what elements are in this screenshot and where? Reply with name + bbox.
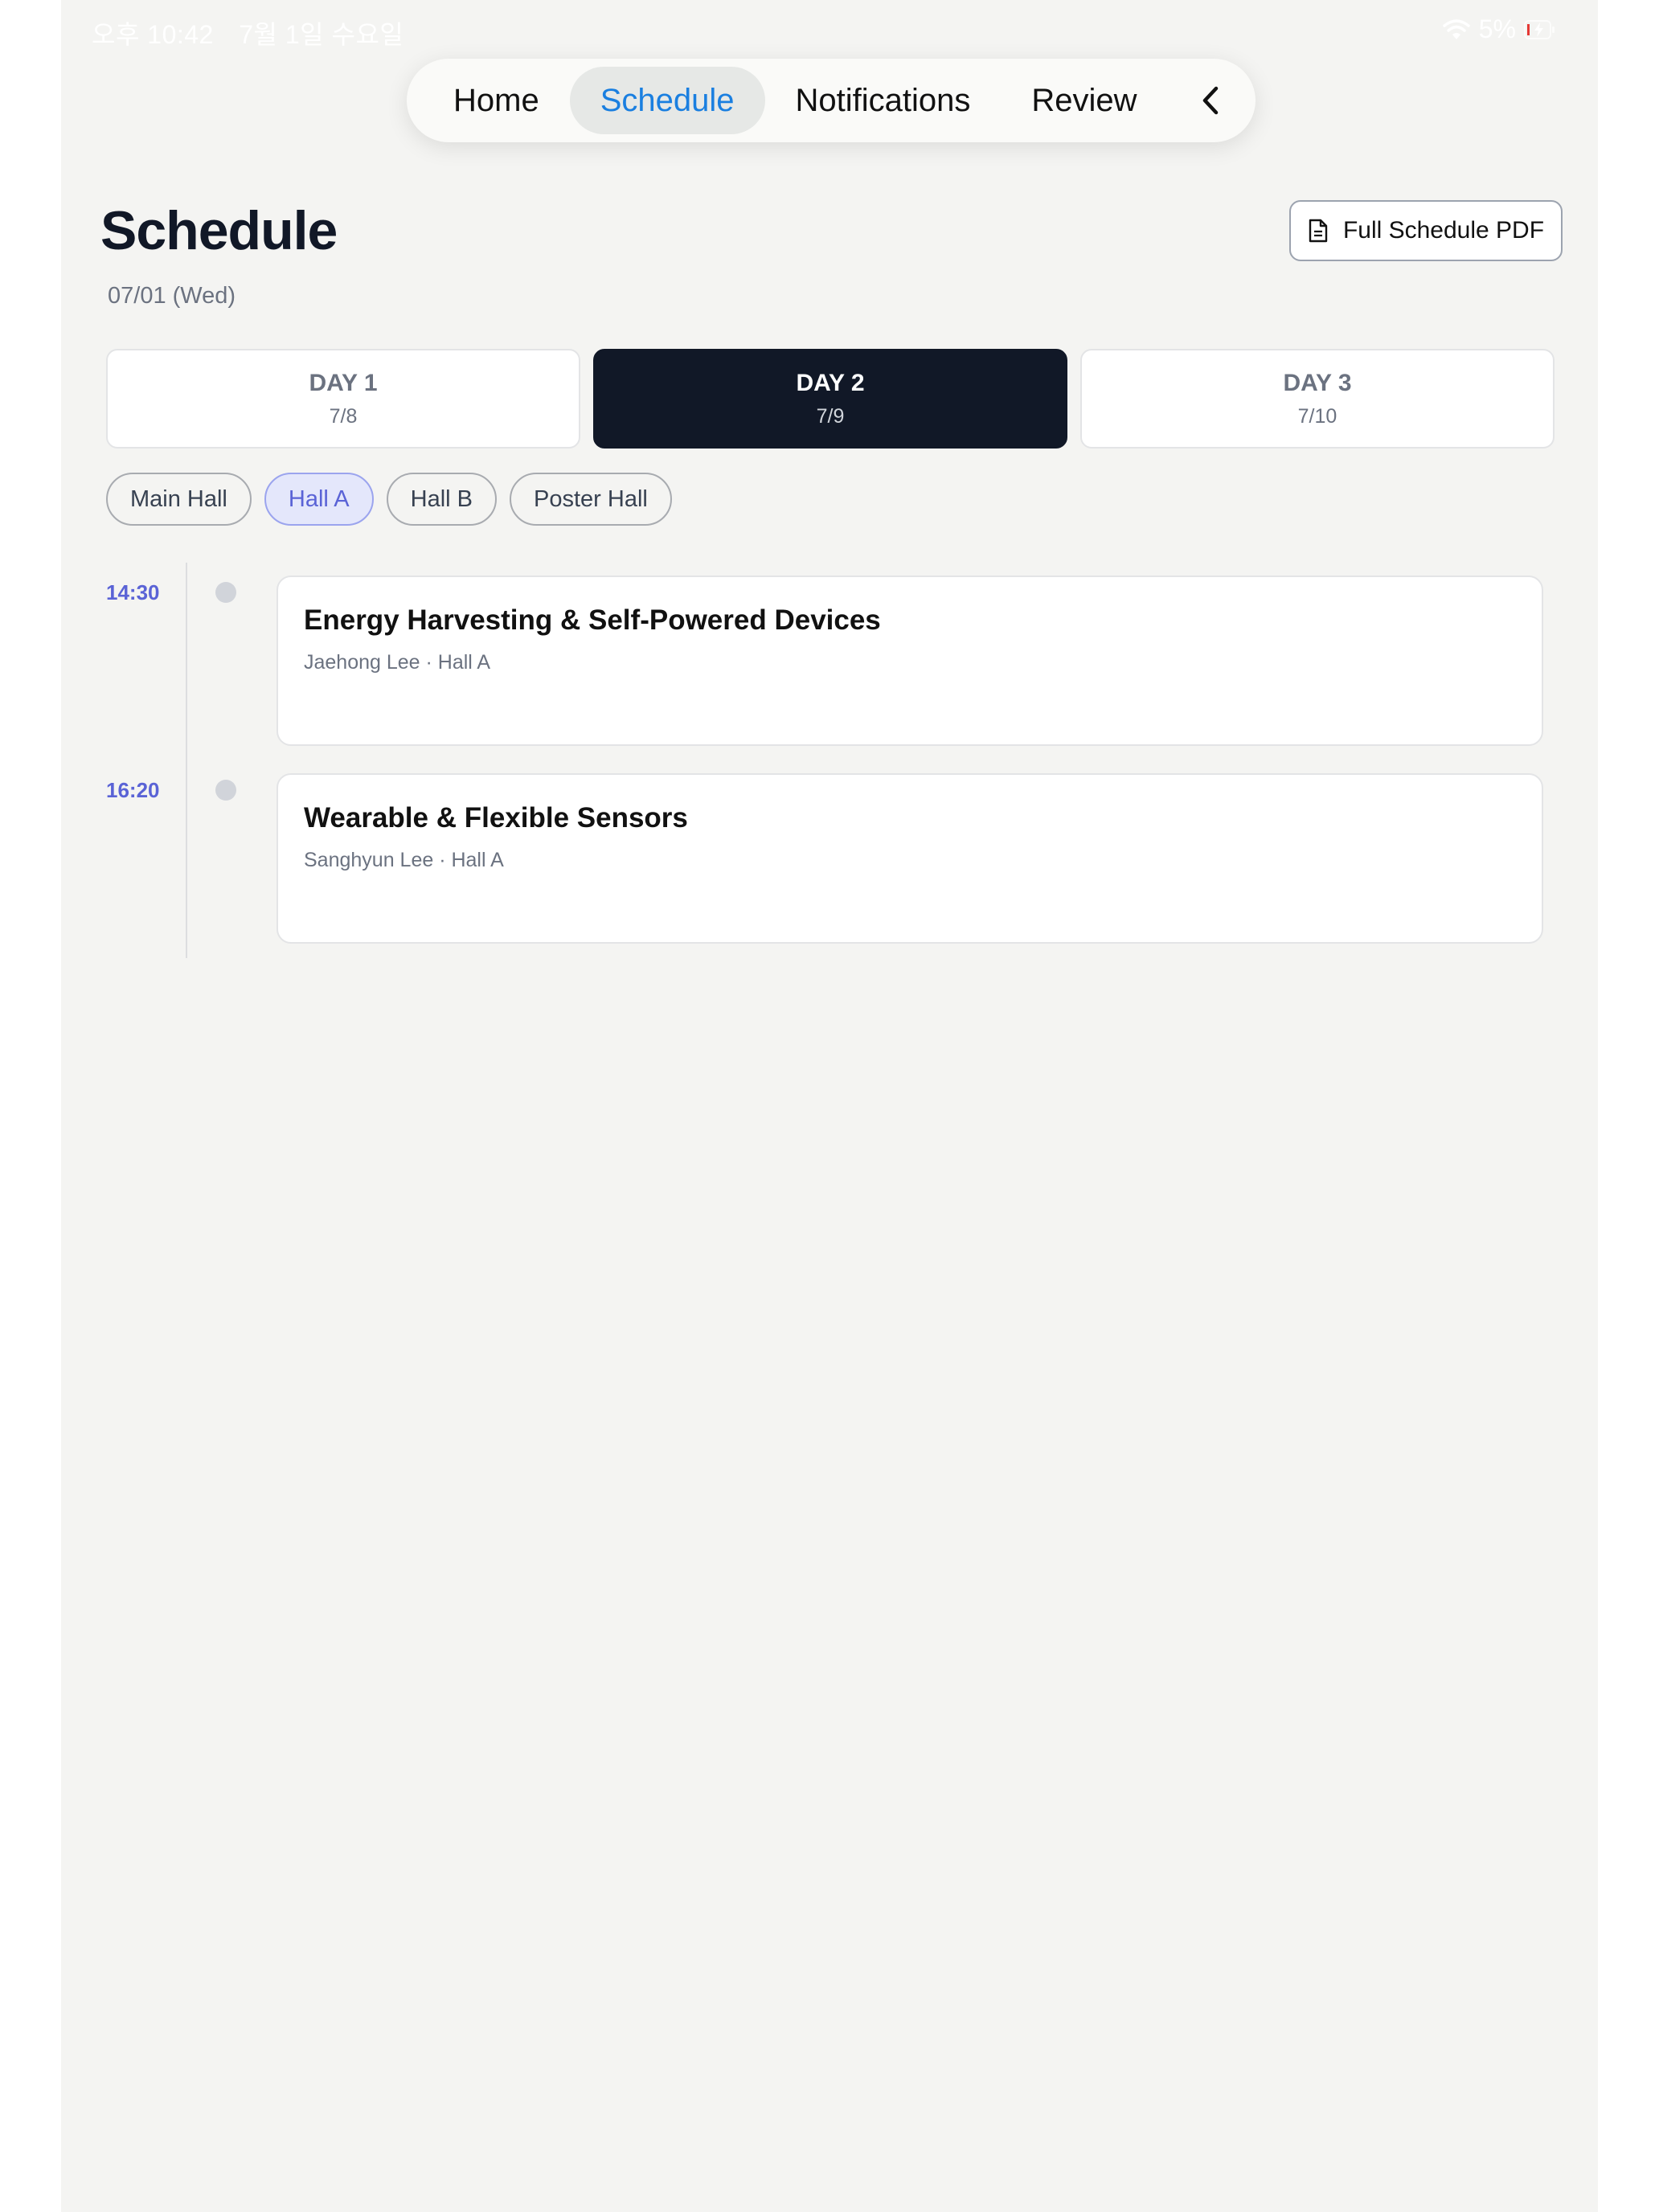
day-tab-1[interactable]: DAY 1 7/8 [106,349,580,449]
nav-schedule[interactable]: Schedule [569,67,765,134]
status-right: 5% [1442,14,1556,44]
status-left: 오후 10:42 7월 1일 수요일 [92,14,421,51]
document-icon [1309,219,1328,243]
status-time: 오후 10:42 [92,20,214,49]
day-tab-2[interactable]: DAY 2 7/9 [593,349,1067,449]
day-tab-date: 7/9 [816,404,845,428]
hall-chip-poster-hall[interactable]: Poster Hall [510,473,672,526]
session-card[interactable]: Energy Harvesting & Self-Powered Devices… [276,576,1543,746]
session-meta: Sanghyun Lee · Hall A [304,849,504,871]
page-title: Schedule [100,200,338,261]
day-tab-label: DAY 3 [1283,369,1352,396]
day-tab-date: 7/10 [1297,404,1337,428]
session-item: 16:20 Wearable & Flexible Sensors Sanghy… [106,773,1609,944]
hall-chip-main-hall[interactable]: Main Hall [106,473,252,526]
full-schedule-pdf-button[interactable]: Full Schedule PDF [1289,200,1563,261]
day-tab-3[interactable]: DAY 3 7/10 [1080,349,1555,449]
hall-chip-hall-b[interactable]: Hall B [386,473,497,526]
nav-notifications[interactable]: Notifications [765,67,1002,134]
session-title: Energy Harvesting & Self-Powered Devices [304,604,881,636]
status-bar: 오후 10:42 7월 1일 수요일 5% [61,0,1598,56]
session-title: Wearable & Flexible Sensors [304,802,688,834]
hall-filter: Main Hall Hall A Hall B Poster Hall [106,473,672,526]
session-item: 14:30 Energy Harvesting & Self-Powered D… [106,576,1609,746]
day-tabs: DAY 1 7/8 DAY 2 7/9 DAY 3 7/10 [106,349,1556,449]
hall-chip-hall-a[interactable]: Hall A [264,473,374,526]
battery-charging-icon [1524,19,1555,39]
nav-back-button[interactable] [1182,67,1239,134]
top-nav: Home Schedule Notifications Review [407,59,1256,142]
app-screen: 오후 10:42 7월 1일 수요일 5% Home Schedule Noti… [61,0,1598,2212]
battery-percent: 5% [1478,14,1516,43]
session-card[interactable]: Wearable & Flexible Sensors Sanghyun Lee… [276,773,1543,944]
session-time: 14:30 [106,580,160,604]
wifi-icon [1443,18,1470,39]
timeline-dot [215,582,236,603]
nav-home[interactable]: Home [423,67,570,134]
day-tab-label: DAY 1 [309,369,378,396]
session-time: 16:20 [106,778,160,802]
day-tab-date: 7/8 [329,404,358,428]
session-timeline: 14:30 Energy Harvesting & Self-Powered D… [106,563,1609,965]
day-tab-label: DAY 2 [796,369,865,396]
nav-review[interactable]: Review [1001,67,1167,134]
timeline-dot [215,780,236,801]
status-date: 7월 1일 수요일 [239,20,404,49]
pdf-button-label: Full Schedule PDF [1342,217,1545,244]
session-meta: Jaehong Lee · Hall A [304,651,491,674]
page-date: 07/01 (Wed) [108,283,236,309]
chevron-left-icon [1202,86,1219,115]
